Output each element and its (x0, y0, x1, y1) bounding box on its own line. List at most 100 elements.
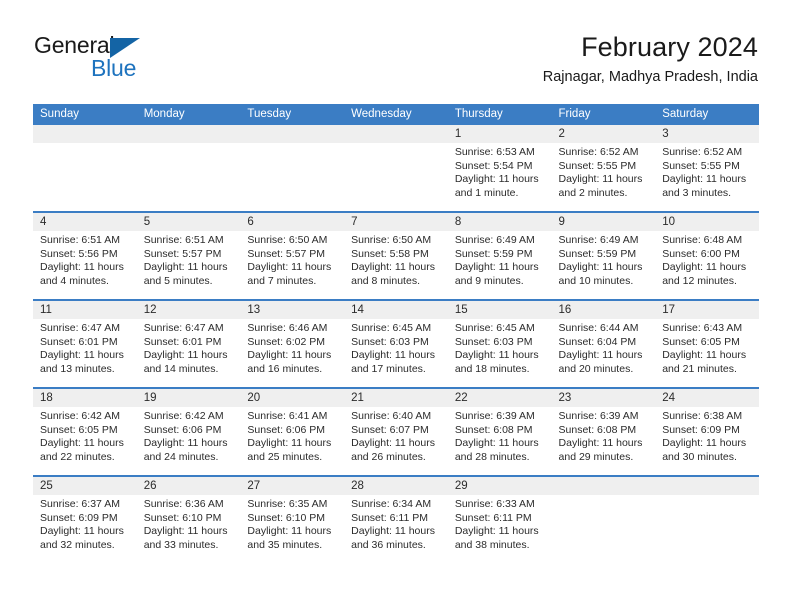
page-header: General Blue February 2024 Rajnagar, Mad… (0, 0, 792, 104)
weekday-header-sunday: Sunday (40, 108, 80, 120)
day-number-3[interactable]: 3 (655, 125, 759, 143)
sunrise-text: Sunrise: 6:46 AM (247, 322, 328, 334)
calendar-weeks: 1 2 3 Sunrise: 6:53 AM Sunset: 5:54 PM Daylig… (33, 125, 759, 563)
day-cell-4[interactable]: Sunrise: 6:51 AM Sunset: 5:56 PM Daylight:… (33, 231, 137, 299)
daylight-text: Daylight: 11 hours and 28 minutes. (454, 437, 539, 463)
day-number-21[interactable]: 21 (344, 389, 448, 407)
day-cell-3[interactable]: Sunrise: 6:52 AM Sunset: 5:55 PM Daylight:… (655, 143, 759, 211)
day-cell-17[interactable]: Sunrise: 6:43 AM Sunset: 6:05 PM Daylight:… (655, 319, 759, 387)
day-number-7[interactable]: 7 (344, 213, 448, 231)
day-number-14[interactable]: 14 (344, 301, 448, 319)
day-cell-26[interactable]: Sunrise: 6:36 AM Sunset: 6:10 PM Daylight:… (137, 495, 241, 563)
day-number-13[interactable]: 13 (240, 301, 344, 319)
day-cell-18[interactable]: Sunrise: 6:42 AM Sunset: 6:05 PM Daylight:… (33, 407, 137, 475)
sunset-text: Sunset: 5:59 PM (454, 247, 533, 260)
day-number-4[interactable]: 4 (33, 213, 137, 231)
daylight-text: Daylight: 11 hours and 2 minutes. (558, 173, 643, 199)
day-number-12[interactable]: 12 (137, 301, 241, 319)
calendar-week-row: 25 26 27 28 29 Sunrise: 6:37 AM Sunset: 6:09 P… (33, 475, 759, 563)
day-number-26[interactable]: 26 (137, 477, 241, 495)
daylight-text: Daylight: 11 hours and 7 minutes. (247, 261, 332, 287)
day-cell-10[interactable]: Sunrise: 6:48 AM Sunset: 6:00 PM Daylight:… (655, 231, 759, 299)
daylight-text: Daylight: 11 hours and 20 minutes. (558, 349, 643, 375)
day-number-1[interactable]: 1 (448, 125, 552, 143)
day-cell-22[interactable]: Sunrise: 6:39 AM Sunset: 6:08 PM Daylight:… (448, 407, 552, 475)
sunset-text: Sunset: 6:05 PM (662, 335, 740, 348)
day-number-22[interactable]: 22 (448, 389, 552, 407)
day-number-11[interactable]: 11 (33, 301, 137, 319)
day-cell-8[interactable]: Sunrise: 6:49 AM Sunset: 5:59 PM Daylight:… (448, 231, 552, 299)
day-number-6[interactable]: 6 (240, 213, 344, 231)
week-detail-row: Sunrise: 6:51 AM Sunset: 5:56 PM Daylight:… (33, 231, 759, 299)
day-number-25[interactable]: 25 (33, 477, 137, 495)
day-cell-23[interactable]: Sunrise: 6:39 AM Sunset: 6:08 PM Daylight:… (552, 407, 656, 475)
daylight-text: Daylight: 11 hours and 10 minutes. (558, 261, 643, 287)
day-cell-15[interactable]: Sunrise: 6:45 AM Sunset: 6:03 PM Daylight:… (448, 319, 552, 387)
day-cell-11[interactable]: Sunrise: 6:47 AM Sunset: 6:01 PM Daylight:… (33, 319, 137, 387)
day-cell-5[interactable]: Sunrise: 6:51 AM Sunset: 5:57 PM Daylight:… (137, 231, 241, 299)
week-detail-row: Sunrise: 6:47 AM Sunset: 6:01 PM Daylight:… (33, 319, 759, 387)
day-number-23[interactable]: 23 (552, 389, 656, 407)
page-title: February 2024 (581, 32, 758, 62)
day-cell-16[interactable]: Sunrise: 6:44 AM Sunset: 6:04 PM Daylight:… (552, 319, 656, 387)
sunrise-text: Sunrise: 6:37 AM (40, 498, 120, 510)
day-number-20[interactable]: 20 (240, 389, 344, 407)
day-number-27[interactable]: 27 (240, 477, 344, 495)
day-cell-1[interactable]: Sunrise: 6:53 AM Sunset: 5:54 PM Daylight:… (448, 143, 552, 211)
day-cell-6[interactable]: Sunrise: 6:50 AM Sunset: 5:57 PM Daylight:… (240, 231, 344, 299)
day-cell-29[interactable]: Sunrise: 6:33 AM Sunset: 6:11 PM Daylight:… (448, 495, 552, 563)
day-number-5[interactable]: 5 (137, 213, 241, 231)
day-number-17[interactable]: 17 (655, 301, 759, 319)
brand-name-blue: Blue (91, 55, 137, 81)
day-cell-empty (33, 143, 137, 211)
sunset-text: Sunset: 6:05 PM (40, 423, 118, 436)
day-cell-13[interactable]: Sunrise: 6:46 AM Sunset: 6:02 PM Daylight:… (240, 319, 344, 387)
day-number-19[interactable]: 19 (137, 389, 241, 407)
day-number-10[interactable]: 10 (655, 213, 759, 231)
day-number-24[interactable]: 24 (655, 389, 759, 407)
sunset-text: Sunset: 5:57 PM (247, 247, 326, 260)
sunrise-text: Sunrise: 6:50 AM (351, 234, 432, 246)
sunset-text: Sunset: 6:03 PM (351, 335, 429, 348)
day-number-2[interactable]: 2 (552, 125, 656, 143)
day-number-empty (655, 477, 759, 495)
day-cell-24[interactable]: Sunrise: 6:38 AM Sunset: 6:09 PM Daylight:… (655, 407, 759, 475)
day-cell-9[interactable]: Sunrise: 6:49 AM Sunset: 5:59 PM Daylight:… (552, 231, 656, 299)
day-cell-28[interactable]: Sunrise: 6:34 AM Sunset: 6:11 PM Daylight:… (344, 495, 448, 563)
day-number-28[interactable]: 28 (344, 477, 448, 495)
day-number-16[interactable]: 16 (552, 301, 656, 319)
brand-logo[interactable]: General Blue (34, 34, 214, 88)
day-cell-14[interactable]: Sunrise: 6:45 AM Sunset: 6:03 PM Daylight:… (344, 319, 448, 387)
day-number-18[interactable]: 18 (33, 389, 137, 407)
day-number-29[interactable]: 29 (448, 477, 552, 495)
sunrise-text: Sunrise: 6:51 AM (40, 234, 120, 246)
day-cell-27[interactable]: Sunrise: 6:35 AM Sunset: 6:10 PM Daylight:… (240, 495, 344, 563)
day-cell-25[interactable]: Sunrise: 6:37 AM Sunset: 6:09 PM Daylight:… (33, 495, 137, 563)
day-cell-21[interactable]: Sunrise: 6:40 AM Sunset: 6:07 PM Daylight:… (344, 407, 448, 475)
daylight-text: Daylight: 11 hours and 4 minutes. (40, 261, 124, 287)
sunset-text: Sunset: 6:00 PM (662, 247, 740, 260)
weekday-header-saturday: Saturday (662, 108, 709, 120)
day-cell-empty (344, 143, 448, 211)
day-number-9[interactable]: 9 (552, 213, 656, 231)
sunrise-text: Sunrise: 6:41 AM (247, 410, 328, 422)
daylight-text: Daylight: 11 hours and 5 minutes. (143, 261, 228, 287)
day-cell-2[interactable]: Sunrise: 6:52 AM Sunset: 5:55 PM Daylight:… (552, 143, 656, 211)
day-cell-19[interactable]: Sunrise: 6:42 AM Sunset: 6:06 PM Daylight:… (137, 407, 241, 475)
sunrise-text: Sunrise: 6:35 AM (247, 498, 328, 510)
day-cell-20[interactable]: Sunrise: 6:41 AM Sunset: 6:06 PM Daylight:… (240, 407, 344, 475)
daylight-text: Daylight: 11 hours and 1 minute. (454, 173, 539, 199)
day-number-8[interactable]: 8 (448, 213, 552, 231)
sunrise-text: Sunrise: 6:48 AM (662, 234, 743, 246)
sunrise-text: Sunrise: 6:43 AM (662, 322, 743, 334)
daylight-text: Daylight: 11 hours and 32 minutes. (40, 525, 124, 551)
sunrise-text: Sunrise: 6:47 AM (40, 322, 120, 334)
day-number-15[interactable]: 15 (448, 301, 552, 319)
sunset-text: Sunset: 6:02 PM (247, 335, 326, 348)
day-cell-7[interactable]: Sunrise: 6:50 AM Sunset: 5:58 PM Daylight:… (344, 231, 448, 299)
day-cell-12[interactable]: Sunrise: 6:47 AM Sunset: 6:01 PM Daylight:… (137, 319, 241, 387)
daylight-text: Daylight: 11 hours and 21 minutes. (662, 349, 747, 375)
sunrise-text: Sunrise: 6:51 AM (143, 234, 224, 246)
day-cell-empty (655, 495, 759, 563)
day-cell-empty (137, 143, 241, 211)
